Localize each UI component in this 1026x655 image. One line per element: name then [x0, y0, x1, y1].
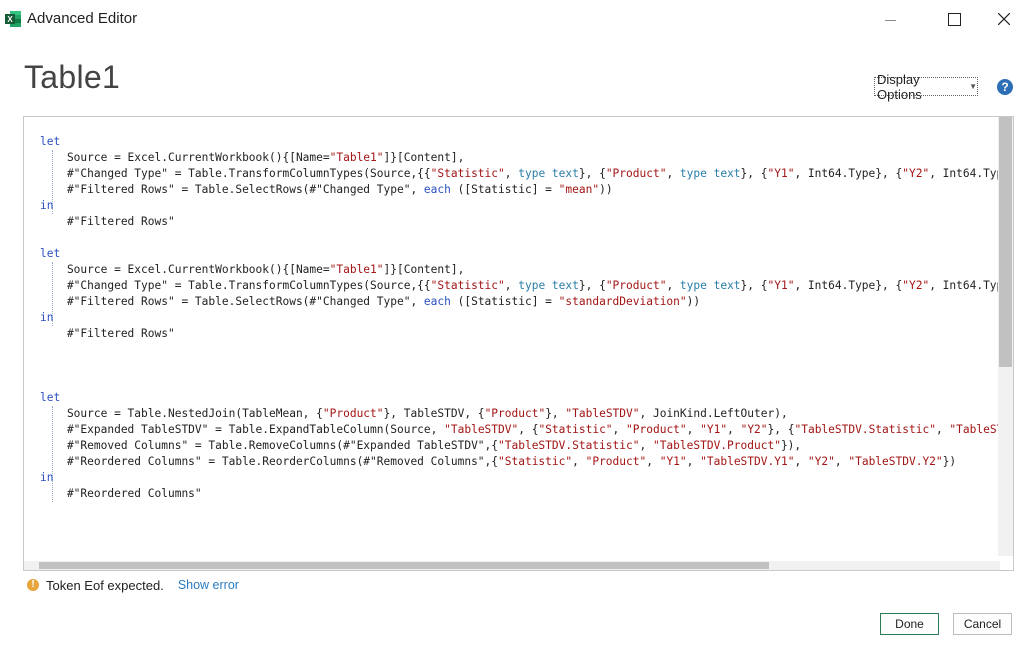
code-line: #"Filtered Rows" [40, 215, 175, 228]
page-title: Table1 [24, 59, 121, 95]
code-line: Source = Excel.CurrentWorkbook(){[Name="… [40, 151, 465, 164]
close-button[interactable] [982, 4, 1026, 34]
code-text[interactable]: let Source = Excel.CurrentWorkbook(){[Na… [40, 134, 1013, 502]
vertical-scrollbar-thumb[interactable] [999, 117, 1012, 367]
code-line: let [40, 135, 61, 148]
code-line: let [40, 391, 61, 404]
code-line: Source = Table.NestedJoin(TableMean, {"P… [40, 407, 788, 420]
maximize-icon [947, 12, 961, 26]
code-line: let [40, 247, 61, 260]
horizontal-scrollbar[interactable] [24, 561, 1000, 570]
window-title: Advanced Editor [27, 10, 138, 27]
help-icon[interactable]: ? [997, 79, 1013, 95]
cancel-button[interactable]: Cancel [953, 613, 1012, 635]
minimize-button[interactable] [868, 4, 912, 34]
display-options-dropdown[interactable]: Display Options ▼ [874, 72, 978, 102]
code-editor[interactable]: let Source = Excel.CurrentWorkbook(){[Na… [23, 116, 1014, 571]
code-line: #"Changed Type" = Table.TransformColumnT… [40, 279, 1013, 292]
code-line: #"Removed Columns" = Table.RemoveColumns… [40, 439, 802, 452]
code-line: #"Expanded TableSTDV" = Table.ExpandTabl… [40, 423, 1013, 436]
warning-icon: ! [27, 579, 39, 591]
code-line: #"Changed Type" = Table.TransformColumnT… [40, 167, 1013, 180]
code-line: in [40, 311, 54, 324]
code-line: in [40, 471, 54, 484]
svg-text:X: X [7, 15, 13, 24]
done-button[interactable]: Done [880, 613, 939, 635]
title-bar: X Advanced Editor [0, 0, 1026, 38]
code-line: #"Reordered Columns" = Table.ReorderColu… [40, 455, 957, 468]
code-line: #"Filtered Rows" [40, 327, 175, 340]
code-line: in [40, 199, 54, 212]
maximize-button[interactable] [932, 4, 976, 34]
display-options-label: Display Options [877, 71, 922, 102]
code-line: #"Filtered Rows" = Table.SelectRows(#"Ch… [40, 183, 613, 196]
minimize-icon [884, 19, 896, 21]
horizontal-scrollbar-thumb[interactable] [39, 562, 769, 569]
code-line: #"Filtered Rows" = Table.SelectRows(#"Ch… [40, 295, 701, 308]
status-bar: ! Token Eof expected. Show error [27, 576, 239, 594]
code-line: #"Reordered Columns" [40, 487, 202, 500]
show-error-link[interactable]: Show error [178, 578, 239, 592]
close-icon [998, 13, 1010, 25]
caret-down-icon: ▼ [969, 82, 977, 91]
code-line: Source = Excel.CurrentWorkbook(){[Name="… [40, 263, 465, 276]
vertical-scrollbar[interactable] [998, 117, 1013, 556]
status-message: Token Eof expected. [46, 577, 164, 593]
excel-icon: X [5, 11, 21, 27]
